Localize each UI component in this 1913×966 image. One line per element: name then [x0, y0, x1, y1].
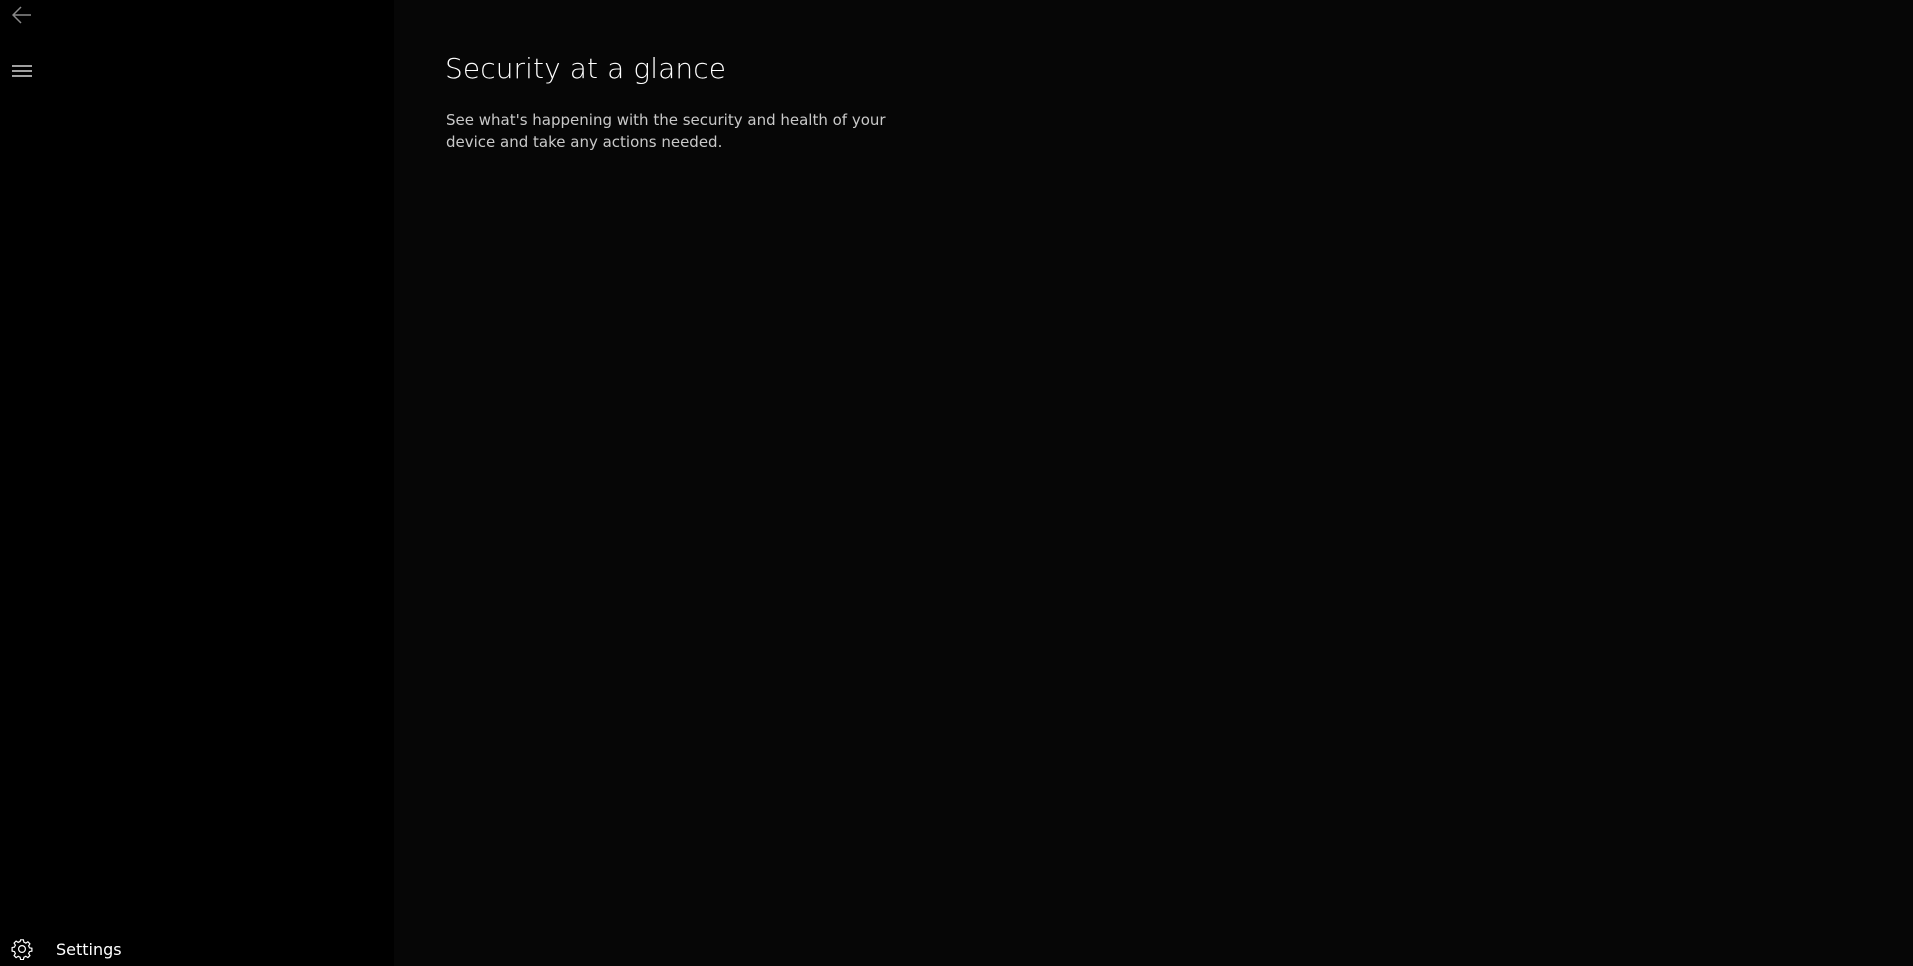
- hamburger-menu-icon: [12, 63, 32, 82]
- windows-security-app: Settings Security at a glance See what's…: [0, 0, 1913, 966]
- back-button[interactable]: [0, 0, 44, 34]
- page-title: Security at a glance: [445, 52, 727, 85]
- gear-icon: [0, 932, 44, 966]
- menu-button[interactable]: [0, 55, 44, 89]
- settings-button[interactable]: Settings: [0, 932, 394, 966]
- page-description: See what's happening with the security a…: [446, 111, 886, 151]
- main-content: Security at a glance See what's happenin…: [394, 0, 1913, 966]
- back-arrow-icon: [11, 6, 32, 28]
- navigation-sidebar: Settings: [0, 0, 394, 966]
- settings-label: Settings: [56, 939, 122, 959]
